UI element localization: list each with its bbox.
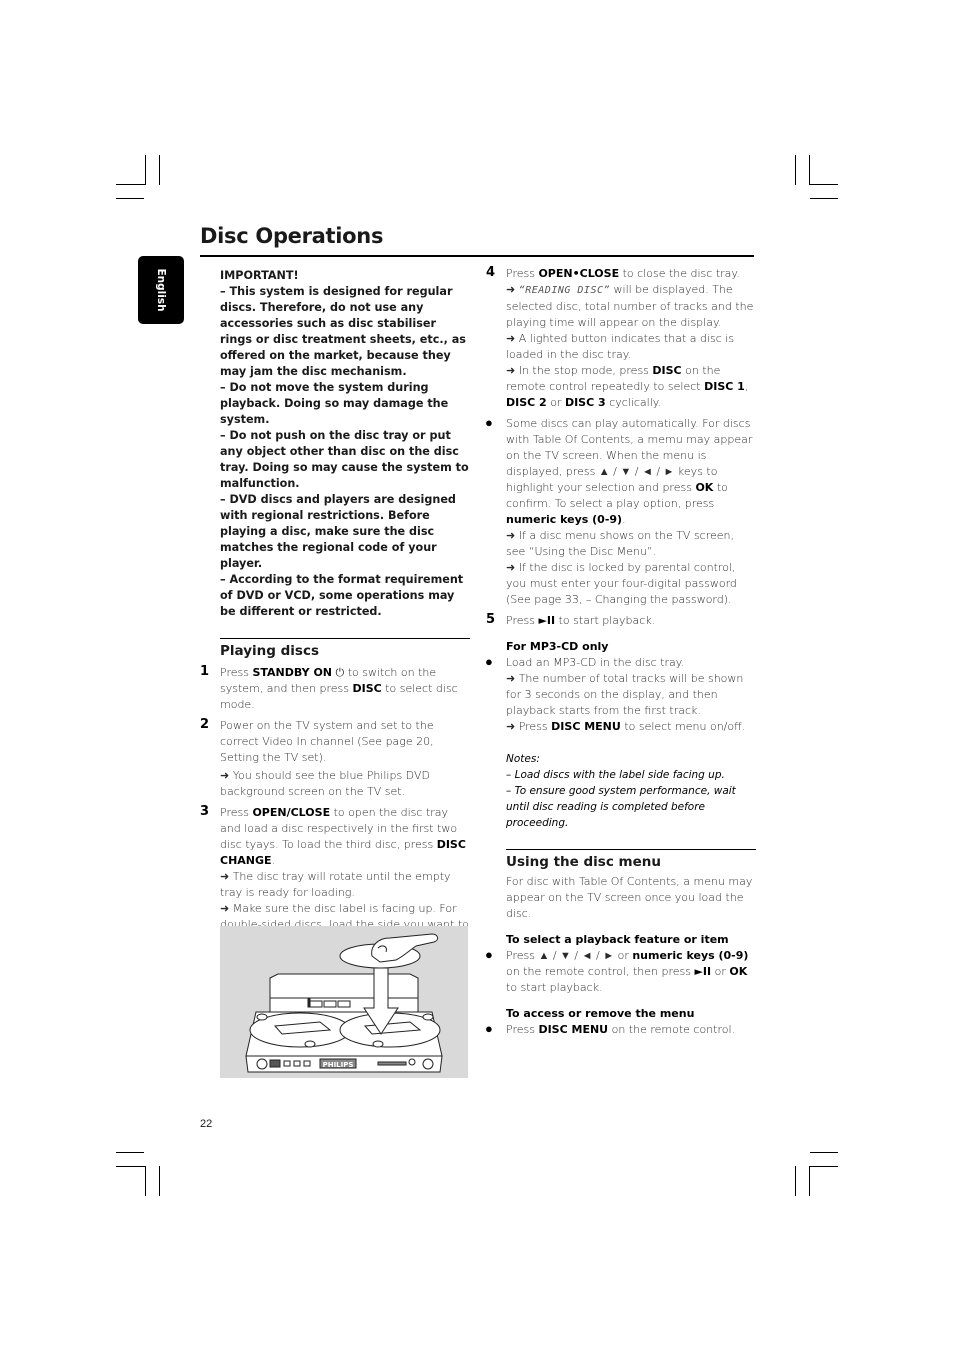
step-text: Power on the TV system and set to the co… [220, 719, 434, 764]
crop-mark [159, 155, 160, 185]
language-tab: English [138, 256, 184, 324]
crop-mark [795, 155, 796, 185]
bullet-text: Press DISC MENU on the remote control. [506, 1023, 736, 1036]
bullet-icon: ● [485, 655, 493, 670]
step-number: 3 [200, 804, 210, 819]
bullet-access-menu: ● Press DISC MENU on the remote control. [485, 1022, 756, 1038]
step-result: ➜ You should see the blue Philips DVD ba… [220, 769, 430, 798]
language-tab-label: English [155, 268, 167, 312]
crop-mark [809, 155, 810, 185]
lcd-display-text: “READING DISC” [518, 285, 611, 296]
crop-mark [810, 1152, 838, 1153]
important-item: – According to the format requirement of… [220, 573, 464, 618]
bullet-auto-play: ● Some discs can play automatically. For… [485, 416, 756, 608]
crop-mark [145, 155, 146, 185]
page-title: Disc Operations [200, 224, 384, 248]
bullet-icon: ● [485, 1022, 493, 1037]
important-item: – This system is designed for regular di… [220, 285, 466, 378]
crop-mark [145, 1166, 146, 1196]
access-menu-heading: To access or remove the menu [506, 1007, 695, 1020]
step-result: ➜ “READING DISC” will be displayed. The … [506, 283, 754, 329]
crop-mark [809, 1166, 838, 1167]
step-result: ➜ A lighted button indicates that a disc… [506, 332, 735, 361]
important-notice: IMPORTANT! – This system is designed for… [220, 268, 470, 620]
bullet-select-feature: ● Press ▲ / ▼ / ◄ / ► or numeric keys (0… [485, 948, 756, 996]
mp3-heading: For MP3-CD only [506, 640, 609, 653]
crop-mark [116, 198, 144, 199]
left-column: IMPORTANT! – This system is designed for… [200, 268, 470, 949]
step-text: Press OPEN/CLOSE to open the disc tray a… [220, 806, 466, 867]
right-column: 4 Press OPEN•CLOSE to close the disc tra… [485, 265, 756, 1038]
step-result: ➜ In the stop mode, press DISC on the re… [506, 364, 749, 409]
dvd-player-drawing: PHILIPS [245, 933, 443, 1073]
disc-loading-illustration: PHILIPS [220, 926, 468, 1078]
step-number: 5 [486, 612, 496, 627]
bullet-text: Press ▲ / ▼ / ◄ / ► or numeric keys (0-9… [506, 949, 749, 994]
crop-mark [809, 1166, 810, 1196]
important-item: – DVD discs and players are designed wit… [220, 493, 456, 570]
step-text: Press ►II to start playback. [506, 614, 656, 627]
crop-mark [116, 184, 146, 185]
crop-mark [116, 1166, 146, 1167]
important-heading: IMPORTANT! [220, 269, 299, 282]
important-item: – Do not push on the disc tray or put an… [220, 429, 469, 490]
disc-menu-intro: For disc with Table Of Contents, a menu … [506, 875, 753, 920]
step-2: 2 Power on the TV system and set to the … [200, 717, 470, 800]
crop-mark [795, 1166, 796, 1196]
crop-mark [810, 198, 838, 199]
bullet-mp3: ● Load an MP3-CD in the disc tray. ➜ The… [485, 655, 756, 735]
step-4: 4 Press OPEN•CLOSE to close the disc tra… [486, 265, 756, 411]
step-result: ➜ The disc tray will rotate until the em… [220, 870, 451, 899]
step-number: 4 [486, 265, 496, 280]
step-text: Press OPEN•CLOSE to close the disc tray. [506, 267, 740, 280]
bullet-result: ➜ The number of total tracks will be sho… [506, 672, 744, 717]
step-number: 2 [200, 717, 210, 732]
select-feature-heading: To select a playback feature or item [506, 933, 729, 946]
title-rule [200, 255, 754, 257]
step-text: Press STANDBY ON ⏻ to switch on the syst… [220, 666, 458, 711]
step-1: 1 Press STANDBY ON ⏻ to switch on the sy… [200, 664, 470, 713]
bullet-result: ➜ If a disc menu shows on the TV screen,… [506, 529, 735, 558]
bullet-result: ➜ Press DISC MENU to select menu on/off. [506, 720, 746, 733]
note-item: – Load discs with the label side facing … [506, 769, 725, 781]
crop-mark [159, 1166, 160, 1196]
page-number: 22 [200, 1118, 213, 1130]
brand-logo-text: PHILIPS [323, 1061, 354, 1069]
section-heading-disc-menu: Using the disc menu [506, 849, 756, 870]
section-heading-playing-discs: Playing discs [220, 638, 470, 659]
step-5: 5 Press ►II to start playback. [486, 612, 756, 629]
important-item: – Do not move the system during playback… [220, 381, 449, 426]
bullet-result: ➜ If the disc is locked by parental cont… [506, 561, 737, 606]
bullet-icon: ● [485, 416, 493, 431]
bullet-text: Some discs can play automatically. For d… [506, 417, 753, 526]
notes-heading: Notes: [506, 753, 540, 765]
crop-mark [809, 184, 838, 185]
bullet-icon: ● [485, 948, 493, 963]
crop-mark [116, 1152, 144, 1153]
note-item: – To ensure good system performance, wai… [506, 785, 736, 829]
step-number: 1 [200, 664, 210, 679]
bullet-text: Load an MP3-CD in the disc tray. [506, 656, 685, 669]
